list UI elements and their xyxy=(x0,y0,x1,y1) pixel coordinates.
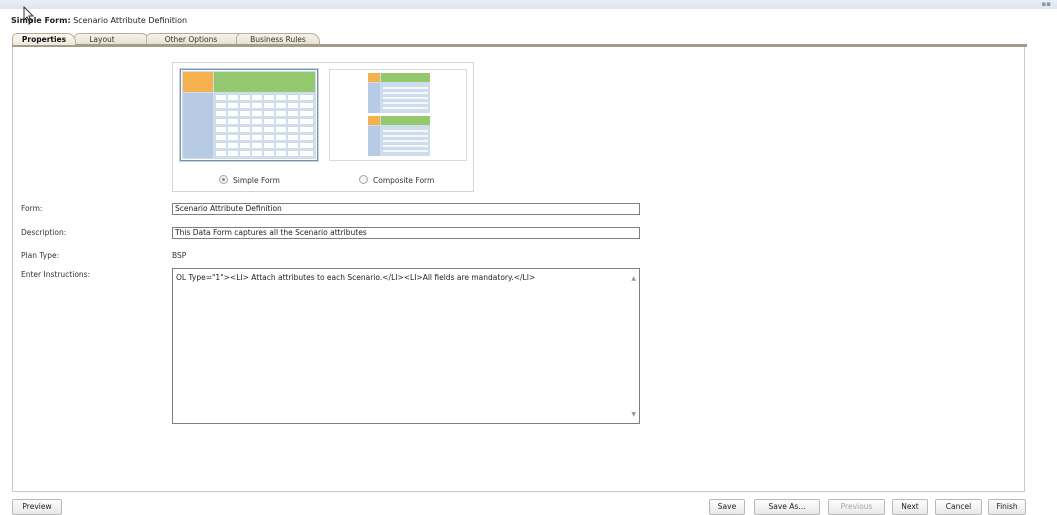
page-title-prefix: Simple Form: xyxy=(11,16,71,25)
description-label: Description: xyxy=(21,228,67,237)
scroll-up-icon[interactable]: ▲ xyxy=(631,275,636,282)
layout-selector: Simple Form Composite Form xyxy=(172,62,474,192)
instructions-text: OL Type="1"><LI> Attach attributes to ea… xyxy=(176,273,536,282)
finish-button[interactable]: Finish xyxy=(988,499,1026,515)
composite-form-option[interactable]: Composite Form xyxy=(359,175,434,185)
plan-type-label: Plan Type: xyxy=(21,251,60,260)
preview-button[interactable]: Preview xyxy=(12,499,62,515)
top-bar: ▪▪ xyxy=(0,0,1057,9)
plan-type-value: BSP xyxy=(172,251,187,260)
simple-form-thumbnail[interactable] xyxy=(180,69,318,161)
instructions-label: Enter Instructions: xyxy=(21,270,91,279)
composite-form-thumbnail[interactable] xyxy=(329,69,467,161)
composite-form-preview-icon xyxy=(368,73,430,156)
window-corner-icon: ▪▪ xyxy=(1041,0,1052,8)
next-button[interactable]: Next xyxy=(892,499,928,515)
previous-button[interactable]: Previous xyxy=(828,499,885,515)
composite-form-label: Composite Form xyxy=(373,176,435,185)
simple-form-option[interactable]: Simple Form xyxy=(219,175,280,185)
save-button[interactable]: Save xyxy=(709,499,745,515)
form-name-input[interactable]: Scenario Attribute Definition xyxy=(172,203,640,215)
description-input[interactable]: This Data Form captures all the Scenario… xyxy=(172,227,640,239)
scroll-down-icon[interactable]: ▼ xyxy=(631,411,636,418)
instructions-textarea[interactable]: OL Type="1"><LI> Attach attributes to ea… xyxy=(172,268,640,424)
page-title: Simple Form: Scenario Attribute Definiti… xyxy=(11,16,187,25)
tab-properties[interactable]: Properties xyxy=(12,33,76,45)
simple-form-preview-icon xyxy=(182,71,316,159)
page-title-name: Scenario Attribute Definition xyxy=(73,16,188,25)
cancel-button[interactable]: Cancel xyxy=(935,499,982,515)
form-name-label: Form: xyxy=(21,204,43,213)
simple-form-label: Simple Form xyxy=(233,176,280,185)
save-as-button[interactable]: Save As... xyxy=(754,499,820,515)
composite-form-radio[interactable] xyxy=(359,175,368,184)
simple-form-radio[interactable] xyxy=(219,175,228,184)
